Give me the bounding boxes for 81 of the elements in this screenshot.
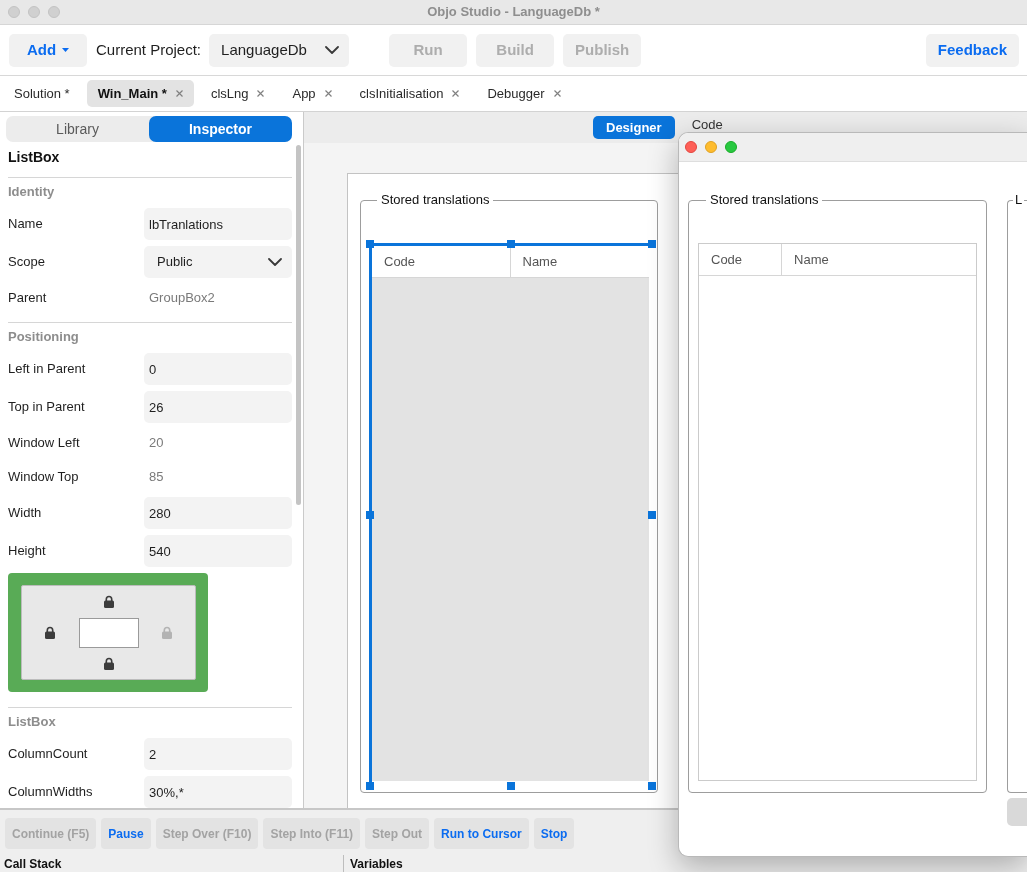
panel-title: Call Stack: [4, 856, 62, 871]
column-header: Name: [793, 250, 830, 269]
section-title: ListBox: [8, 712, 56, 731]
property-label: Height: [8, 542, 46, 561]
property-dropdown[interactable]: Public: [144, 246, 292, 278]
close-button[interactable]: [8, 6, 20, 18]
property-field[interactable]: 30%,*: [144, 776, 292, 808]
document-tab[interactable]: Win_Main *: [86, 80, 194, 107]
debug-button[interactable]: Pause: [101, 818, 151, 849]
lock-icon[interactable]: [103, 595, 114, 609]
resize-handle[interactable]: [507, 240, 515, 248]
resize-handle[interactable]: [648, 511, 656, 519]
document-tab[interactable]: clsInitialisation: [348, 80, 471, 107]
resize-handle[interactable]: [366, 240, 374, 248]
lock-icon[interactable]: [103, 656, 114, 670]
scrollbar[interactable]: [296, 145, 301, 505]
chevron-down-icon: [268, 258, 282, 266]
resize-handle[interactable]: [366, 511, 374, 519]
debug-button[interactable]: Stop: [533, 818, 575, 849]
panel-tab[interactable]: Library: [6, 116, 149, 142]
property-field[interactable]: 0: [144, 353, 292, 385]
view-tab[interactable]: Designer: [593, 116, 675, 139]
minimize-button[interactable]: [28, 6, 40, 18]
document-tab[interactable]: App: [281, 80, 343, 107]
property-label: ColumnCount: [8, 745, 88, 764]
lock-icon[interactable]: [45, 626, 56, 639]
zoom-button[interactable]: [48, 6, 60, 18]
property-label: Top in Parent: [8, 398, 85, 417]
project-dropdown[interactable]: LanguageDb: [209, 33, 350, 67]
property-field[interactable]: lbTranlations: [144, 208, 292, 240]
property-label: Window Top: [8, 468, 79, 487]
group-box-title: L: [1014, 192, 1024, 208]
group-box-title: Stored translations: [380, 192, 491, 208]
caret-icon: [62, 48, 70, 52]
control-outline: [78, 617, 139, 648]
group-box-title: Stored translations: [709, 192, 820, 208]
close-icon[interactable]: [452, 90, 460, 97]
close-icon[interactable]: [257, 90, 265, 97]
property-field[interactable]: 280: [144, 497, 292, 529]
close-button[interactable]: [685, 141, 697, 153]
feedback-button[interactable]: Feedback: [925, 33, 1019, 67]
project-label: Current Project:: [96, 39, 202, 60]
add-button[interactable]: Add: [9, 33, 87, 67]
property-value: GroupBox2: [149, 289, 215, 308]
property-value: 85: [149, 468, 164, 487]
close-icon[interactable]: [324, 90, 332, 97]
property-label: Name: [8, 215, 43, 234]
section-title: Positioning: [8, 327, 79, 346]
column-header: Code: [699, 244, 783, 275]
dialog-button[interactable]: [1007, 798, 1027, 826]
chevron-down-icon: [325, 46, 340, 54]
resize-handle[interactable]: [648, 782, 656, 790]
zoom-button[interactable]: [725, 141, 737, 153]
property-label: ColumnWidths: [8, 783, 93, 802]
resize-handle[interactable]: [648, 240, 656, 248]
column-header: Name: [521, 252, 559, 271]
property-field[interactable]: 26: [144, 391, 292, 423]
view-tab[interactable]: Code: [691, 118, 723, 132]
minimize-button[interactable]: [705, 141, 717, 153]
debug-button[interactable]: Run to Cursor: [434, 818, 529, 849]
property-label: Scope: [8, 253, 45, 272]
list-box[interactable]: Code Name: [698, 243, 977, 781]
close-icon[interactable]: [553, 90, 561, 97]
property-label: Parent: [8, 289, 47, 308]
document-tab[interactable]: Debugger: [476, 80, 572, 107]
document-tab[interactable]: clsLng: [199, 80, 276, 107]
panel-tab[interactable]: Inspector: [149, 116, 292, 142]
window-title: Objo Studio - LanguageDb *: [427, 3, 600, 22]
resize-handle[interactable]: [507, 782, 515, 790]
property-label: Window Left: [8, 434, 80, 453]
property-label: Width: [8, 504, 42, 523]
property-label: Left in Parent: [8, 360, 86, 379]
property-field[interactable]: 540: [144, 535, 292, 567]
property-field[interactable]: 2: [144, 738, 292, 770]
resize-handle[interactable]: [366, 782, 374, 790]
panel-title: Variables: [350, 856, 403, 871]
property-value: 20: [149, 434, 164, 453]
document-tab[interactable]: Solution *: [3, 80, 81, 107]
section-title: Identity: [8, 182, 55, 201]
close-icon[interactable]: [175, 90, 183, 97]
inspector-heading: ListBox: [8, 149, 60, 165]
